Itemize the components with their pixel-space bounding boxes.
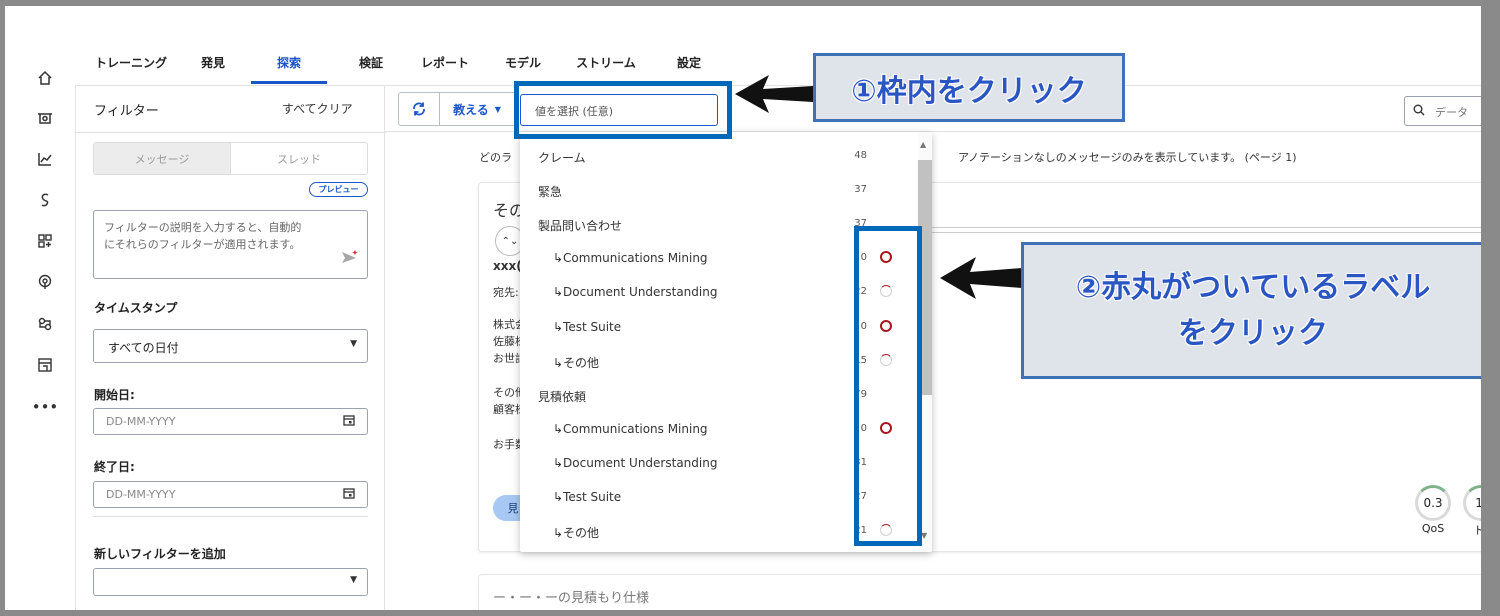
label-option-name: 製品問い合わせ (538, 219, 623, 234)
gauge-value: 0.3 (1415, 485, 1451, 521)
step2-text-line2: をクリック (1178, 315, 1328, 351)
calendar-icon[interactable] (343, 487, 355, 502)
tab-streams[interactable]: ストリーム (568, 54, 644, 71)
apps-icon[interactable] (33, 229, 57, 253)
chart-icon[interactable] (33, 147, 57, 171)
search-icon (1413, 104, 1425, 118)
sync-icon[interactable] (33, 188, 57, 212)
add-filter-label: 新しいフィルターを追加 (94, 547, 226, 561)
teach-label: 教える (453, 102, 489, 117)
home-icon[interactable] (33, 66, 57, 90)
label-option-name: ↳Communications Mining (553, 251, 708, 266)
gauge-label: QoS (1421, 522, 1445, 535)
step1-text: ①枠内をクリック (851, 73, 1087, 109)
sender-fragment: xxx( (493, 259, 522, 273)
store-icon[interactable] (33, 353, 57, 377)
timestamp-select[interactable]: すべての日付 ▼ (93, 329, 368, 363)
highlight-box-red-rings (854, 226, 922, 546)
label-option-name: ↳その他 (553, 355, 600, 370)
qos-gauge: 0.3 QoS (1413, 485, 1453, 535)
calendar-icon[interactable] (343, 414, 355, 429)
search-placeholder: データ (1435, 106, 1468, 119)
info-suffix: アノテーションなしのメッセージのみを表示しています。 (ページ 1) (958, 151, 1297, 164)
send-sparkle-icon[interactable] (341, 249, 359, 270)
tab-settings[interactable]: 設定 (669, 54, 709, 71)
label-option-name: ↳Test Suite (553, 490, 622, 504)
add-filter-select[interactable]: ▼ (93, 568, 368, 596)
tab-reports[interactable]: レポート (416, 54, 474, 71)
teach-dropdown-button[interactable]: 教える ▼ (439, 92, 515, 126)
highlight-box-value-select (514, 81, 732, 139)
icon-rail: ••• (5, 6, 75, 610)
chevron-down-icon: ▼ (494, 104, 501, 114)
divider (76, 132, 386, 133)
step2-text-line1: ②赤丸がついているラベル (1075, 269, 1431, 305)
label-option-name: クレーム (538, 151, 586, 165)
label-option-name: ↳Test Suite (553, 319, 622, 334)
filter-title: フィルター (94, 104, 159, 119)
arrow-left-icon (735, 75, 813, 113)
filter-panel: フィルター すべてクリア メッセージ スレッド プレビュー フィルターの説明を入… (75, 86, 386, 610)
tab-training[interactable]: トレーニング (87, 54, 175, 71)
label-option-count: 37 (854, 184, 867, 196)
card-title-fragment: ー・ー・ーの見積もり仕様 (493, 591, 650, 606)
start-date-placeholder: DD-MM-YYYY (106, 415, 176, 428)
message-card: ー・ー・ーの見積もり仕様 (478, 574, 1481, 610)
label-option-name: ↳その他 (553, 526, 600, 541)
instruction-step1-callout: ①枠内をクリック (813, 53, 1125, 122)
arrow-left-icon (940, 257, 1022, 299)
tab-explore[interactable]: 探索 (261, 54, 317, 71)
scroll-up-icon[interactable]: ▲ (920, 140, 926, 149)
clear-all-button[interactable]: すべてクリア (282, 100, 353, 117)
timestamp-label: タイムスタンプ (94, 301, 178, 315)
refresh-button[interactable] (398, 92, 440, 126)
integration-icon[interactable] (33, 312, 57, 336)
start-date-input[interactable]: DD-MM-YYYY (93, 408, 368, 435)
label-option-name: ↳Document Understanding (553, 285, 718, 300)
robot-icon[interactable] (33, 106, 57, 130)
end-date-input[interactable]: DD-MM-YYYY (93, 481, 368, 508)
filter-description-input[interactable]: フィルターの説明を入力すると、自動的 にそれらのフィルターが適用されます。 (93, 210, 368, 279)
refresh-icon (413, 102, 425, 116)
chevron-down-icon: ▼ (350, 575, 357, 585)
chevron-down-icon: ▼ (350, 339, 357, 349)
messages-toggle-button[interactable]: メッセージ (94, 143, 231, 174)
end-date-placeholder: DD-MM-YYYY (106, 488, 176, 501)
to-fragment: 宛先: (493, 286, 519, 299)
threads-toggle-button[interactable]: スレッド (231, 143, 367, 174)
app-window: ••• トレーニング 発見 探索 検証 レポート モデル ストリーム 設定 フィ… (5, 6, 1481, 610)
label-option-name: 見積依頼 (538, 389, 587, 404)
label-option[interactable]: クレーム 48 (520, 139, 912, 173)
tone-gauge: 1. ト- (1461, 485, 1481, 537)
label-option-name: ↳Document Understanding (553, 455, 718, 470)
info-prefix: どのラ (479, 151, 512, 164)
description-placeholder-line2: にそれらのフィルターが適用されます。 (104, 238, 301, 251)
label-option-name: ↳Communications Mining (553, 421, 708, 436)
card-divider (929, 227, 1481, 233)
data-search-input[interactable]: データ (1404, 96, 1481, 126)
end-date-label: 終了日: (94, 460, 135, 474)
preview-badge: プレビュー (309, 182, 368, 197)
description-placeholder-line1: フィルターの説明を入力すると、自動的 (104, 221, 302, 234)
active-tab-indicator (251, 81, 327, 84)
label-option-count: 48 (854, 150, 867, 161)
more-icon[interactable]: ••• (32, 395, 59, 419)
message-thread-toggle: メッセージ スレッド (93, 142, 368, 175)
label-option[interactable]: 緊急 37 (520, 173, 912, 207)
start-date-label: 開始日: (94, 388, 135, 402)
timestamp-value: すべての日付 (108, 341, 179, 355)
label-option-name: 緊急 (538, 185, 563, 200)
gauge-value: 1. (1463, 485, 1481, 521)
tab-validate[interactable]: 検証 (350, 54, 392, 71)
gauge-label: ト- (1473, 524, 1482, 537)
signal-icon[interactable] (33, 270, 57, 294)
divider (93, 516, 368, 517)
instruction-step2-callout: ②赤丸がついているラベル をクリック (1021, 242, 1481, 379)
tab-discover[interactable]: 発見 (193, 54, 233, 71)
tab-models[interactable]: モデル (499, 54, 547, 71)
